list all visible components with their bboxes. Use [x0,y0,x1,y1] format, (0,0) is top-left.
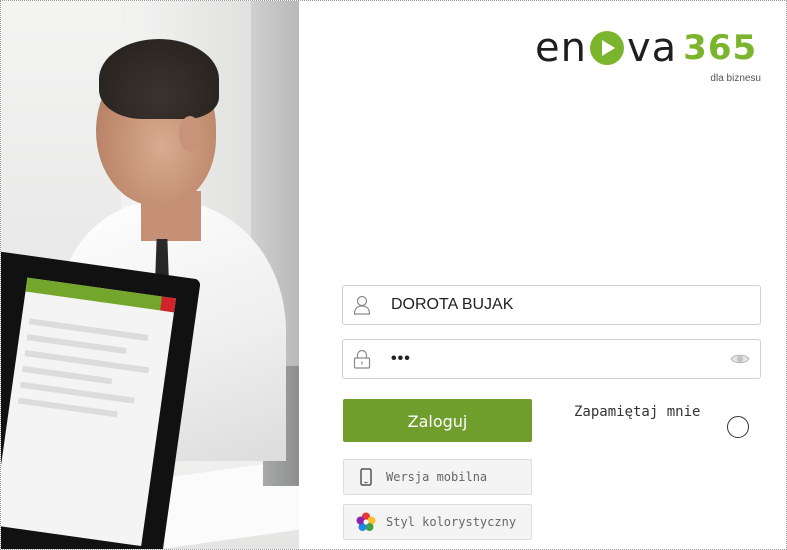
logo-play-icon [589,31,624,65]
enova-logo: en va 365 dla biznesu [535,25,765,86]
mobile-version-button[interactable]: Wersja mobilna [343,459,532,495]
eye-icon[interactable] [730,350,750,368]
color-style-button[interactable]: Styl kolorystyczny [343,504,532,540]
password-field[interactable]: ••• [342,339,761,379]
user-icon [343,286,381,324]
logo-tagline: dla biznesu [710,73,761,84]
lock-icon [343,340,381,378]
logo-number: 365 [683,28,758,68]
login-button[interactable]: Zaloguj [343,399,532,442]
logo-wordmark-right: va [626,25,678,71]
color-style-label: Styl kolorystyczny [386,515,517,529]
phone-icon [356,467,376,487]
remember-me-radio[interactable] [727,416,749,438]
mobile-version-label: Wersja mobilna [386,470,488,484]
logo-wordmark-left: en [535,25,587,71]
hero-photo [1,1,299,549]
password-value: ••• [391,350,411,367]
flower-color-icon [356,512,376,532]
remember-me-label: Zapamiętaj mnie [574,404,701,420]
username-field[interactable]: DOROTA BUJAK [342,285,761,325]
username-value: DOROTA BUJAK [391,296,514,313]
